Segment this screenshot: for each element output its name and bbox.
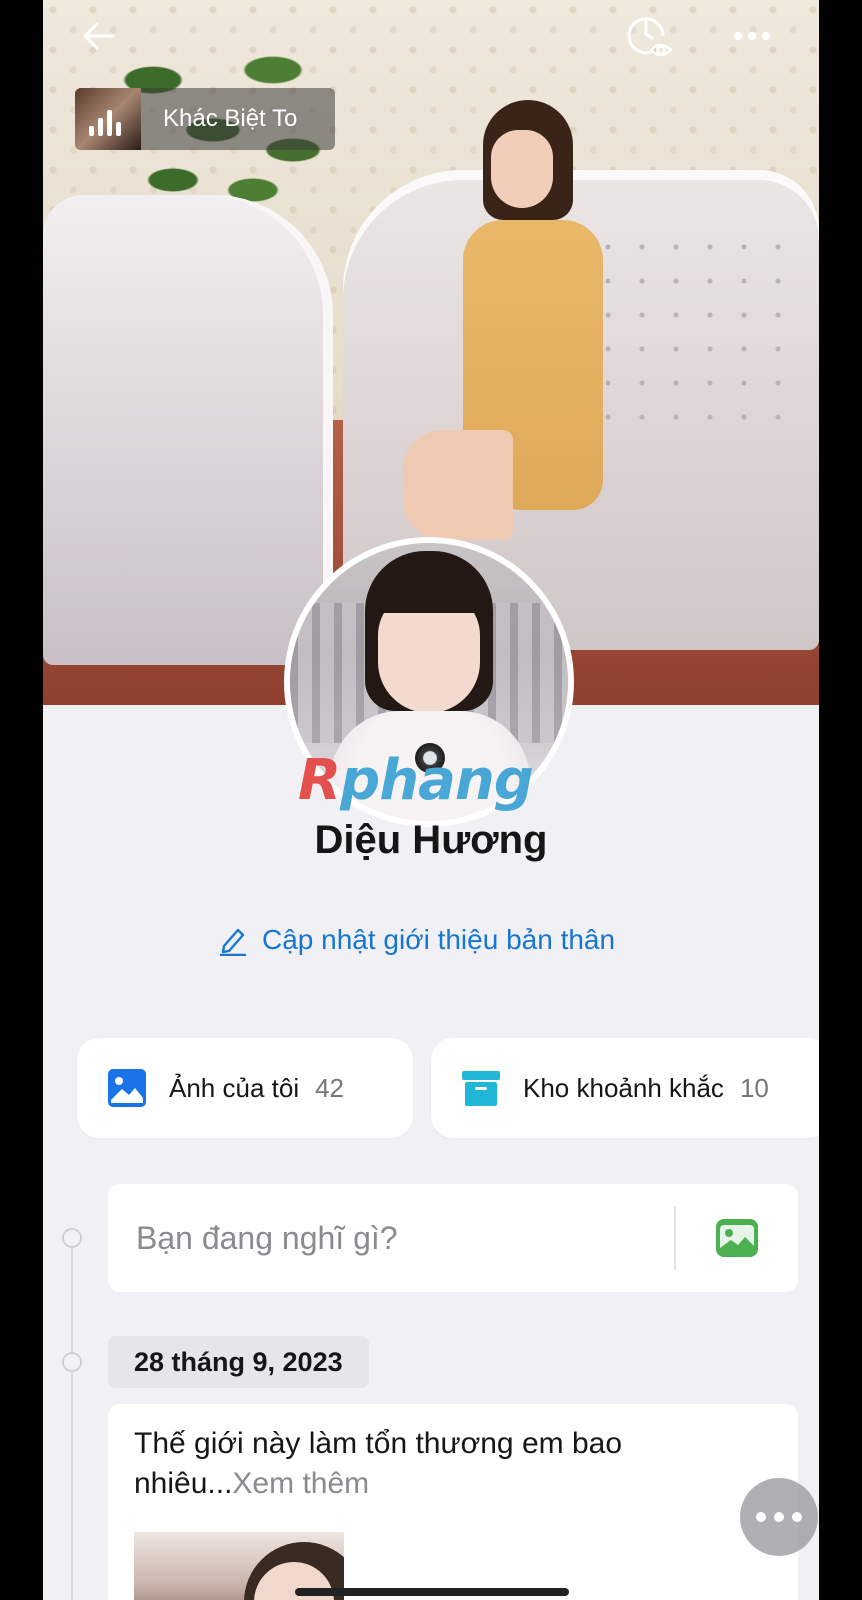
- pencil-icon: [219, 928, 247, 956]
- watermark-logo: Rphang: [298, 748, 534, 813]
- post-body: Thế giới này làm tổn thương em bao nhiêu…: [134, 1427, 623, 1500]
- post-text: Thế giới này làm tổn thương em bao nhiêu…: [134, 1424, 694, 1504]
- back-button[interactable]: [73, 14, 125, 58]
- my-photos-button[interactable]: Ảnh của tôi 42: [77, 1038, 413, 1138]
- arrow-left-icon: [83, 22, 115, 50]
- composer-input[interactable]: Bạn đang nghĩ gì?: [108, 1220, 674, 1257]
- dot: [792, 1512, 802, 1522]
- moments-archive-count: 10: [739, 1072, 769, 1103]
- dot: [774, 1512, 784, 1522]
- floating-more-button[interactable]: [740, 1478, 818, 1556]
- update-intro-label: Cập nhật giới thiệu bản thân: [262, 924, 616, 955]
- moments-archive-button[interactable]: Kho khoảnh khắc 10: [431, 1038, 819, 1138]
- dot: [756, 1512, 766, 1522]
- archive-box-icon: [462, 1071, 500, 1106]
- my-photos-label: Ảnh của tôi: [169, 1072, 300, 1103]
- timeline-post[interactable]: Thế giới này làm tổn thương em bao nhiêu…: [108, 1404, 798, 1600]
- image-icon: [108, 1069, 146, 1107]
- timeline-date-chip: 28 tháng 9, 2023: [108, 1336, 369, 1388]
- post-composer[interactable]: Bạn đang nghĩ gì?: [108, 1184, 798, 1292]
- profile-name: Diệu Hương: [314, 818, 548, 862]
- music-bars-icon: [89, 110, 121, 136]
- music-title: Khác Biệt To: [163, 105, 298, 132]
- music-thumbnail: [75, 88, 141, 150]
- timeline-dot: [62, 1228, 82, 1248]
- profile-music-chip[interactable]: Khác Biệt To: [75, 88, 335, 150]
- composer-photo-button[interactable]: [676, 1184, 798, 1292]
- more-options-button[interactable]: [727, 14, 777, 58]
- clock-eye-icon: [627, 17, 673, 57]
- home-indicator[interactable]: [295, 1588, 569, 1596]
- profile-screen: Khác Biệt To Rphang Diệu Hương Cập nhật …: [43, 0, 819, 1600]
- see-more-link[interactable]: Xem thêm: [232, 1467, 369, 1500]
- update-intro-link[interactable]: Cập nhật giới thiệu bản thân: [218, 920, 615, 960]
- timeline-visibility-button[interactable]: [623, 10, 679, 62]
- moments-archive-label: Kho khoảnh khắc: [523, 1072, 724, 1103]
- my-photos-count: 42: [315, 1072, 345, 1103]
- timeline-dot: [62, 1352, 82, 1372]
- more-horizontal-icon: [733, 31, 771, 41]
- gallery-icon: [716, 1219, 758, 1257]
- timeline-line: [71, 1238, 73, 1600]
